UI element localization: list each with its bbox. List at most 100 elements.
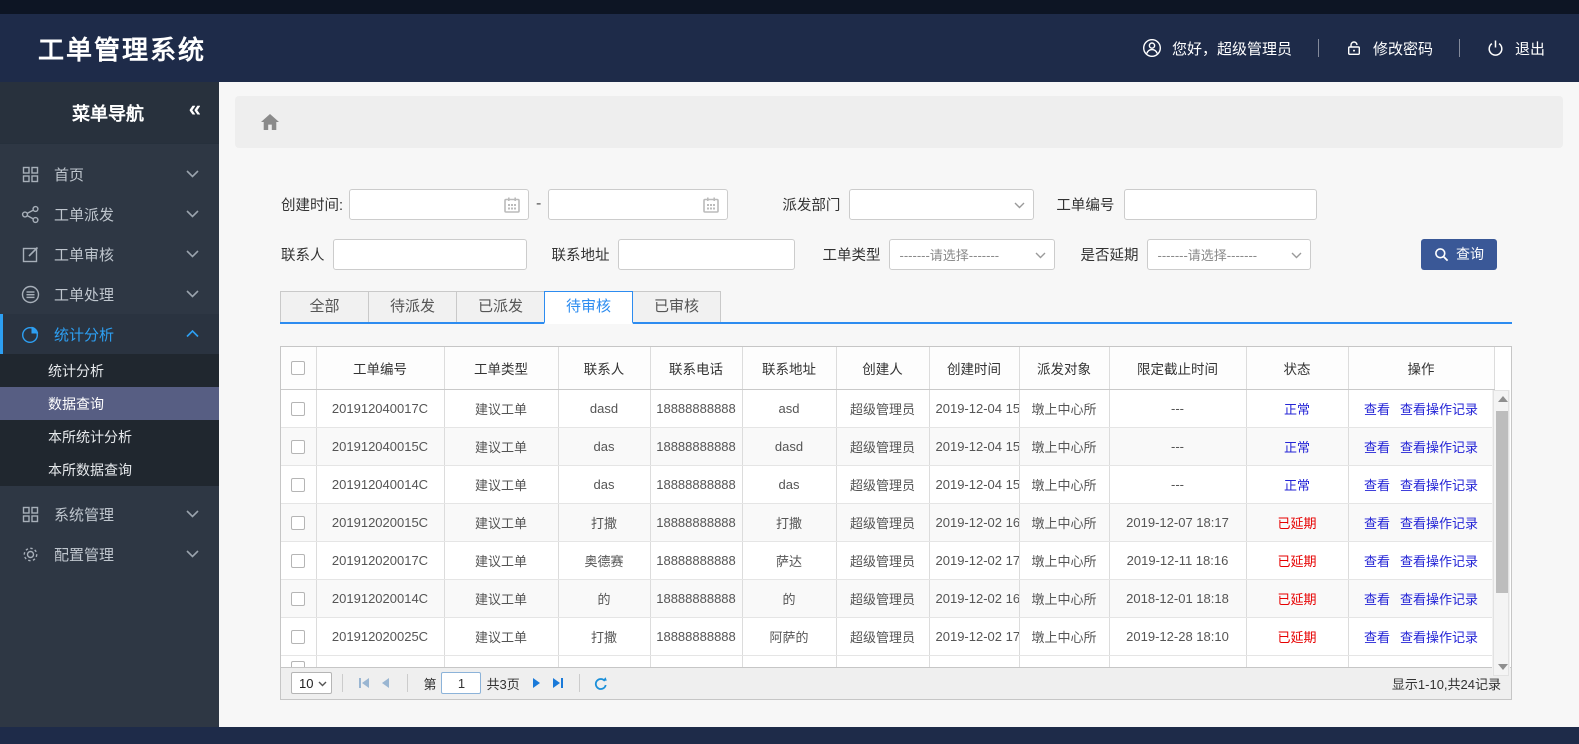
order-no-input[interactable] bbox=[1124, 188, 1318, 220]
cell-contact: das bbox=[558, 465, 651, 504]
prev-page-button[interactable] bbox=[375, 672, 397, 694]
row-checkbox[interactable] bbox=[291, 629, 306, 644]
submenu-item-station-statistics[interactable]: 本所统计分析 bbox=[0, 420, 219, 453]
cell-creator: 超级管理员 bbox=[836, 617, 930, 656]
view-log-link[interactable]: 查看操作记录 bbox=[1400, 630, 1478, 645]
cell-address: dasd bbox=[742, 427, 837, 466]
view-log-link[interactable]: 查看操作记录 bbox=[1400, 402, 1478, 417]
address-input[interactable] bbox=[617, 238, 795, 270]
search-button[interactable]: 查询 bbox=[1421, 238, 1497, 270]
page-number-input[interactable] bbox=[441, 672, 482, 694]
view-link[interactable]: 查看 bbox=[1364, 478, 1390, 493]
sidebar-item-process[interactable]: 工单处理 bbox=[0, 274, 219, 314]
table-scrollbar[interactable] bbox=[1492, 390, 1510, 676]
sidebar-item-review[interactable]: 工单审核 bbox=[0, 234, 219, 274]
sidebar-item-statistics[interactable]: 统计分析 bbox=[0, 314, 219, 354]
page-size-select[interactable]: 10 bbox=[291, 672, 333, 694]
view-link[interactable]: 查看 bbox=[1364, 440, 1390, 455]
column-header: 联系地址 bbox=[742, 347, 837, 390]
filter-row-2: 联系人 联系地址 工单类型 -------请选择------- 是否延期 ---… bbox=[219, 238, 1579, 270]
view-link[interactable]: 查看 bbox=[1364, 592, 1390, 607]
chevron-down-icon bbox=[186, 170, 199, 178]
pager-divider bbox=[578, 674, 580, 692]
user-greeting[interactable]: 您好，超级管理员 bbox=[1142, 38, 1292, 59]
table-row: 201912040014C 建议工单 das 18888888888 das 超… bbox=[281, 465, 1495, 504]
view-link[interactable]: 查看 bbox=[1364, 402, 1390, 417]
created-time-end-input[interactable] bbox=[548, 188, 729, 220]
view-link[interactable]: 查看 bbox=[1364, 630, 1390, 645]
scrollbar-track[interactable] bbox=[1493, 390, 1509, 676]
view-log-link[interactable]: 查看操作记录 bbox=[1400, 554, 1478, 569]
row-checkbox[interactable] bbox=[291, 477, 306, 492]
order-type-placeholder: -------请选择------- bbox=[899, 247, 1000, 263]
change-password-label: 修改密码 bbox=[1372, 40, 1433, 58]
tab-dispatched[interactable]: 已派发 bbox=[456, 291, 545, 322]
table-header-row: 工单编号 工单类型 联系人 联系电话 联系地址 创建人 创建时间 派发对象 限定… bbox=[281, 347, 1495, 390]
calendar-icon[interactable] bbox=[702, 196, 720, 214]
sidebar-collapse-icon[interactable]: « bbox=[189, 96, 201, 122]
sidebar-item-label: 工单派发 bbox=[54, 206, 115, 224]
calendar-icon[interactable] bbox=[503, 196, 521, 214]
submenu-item-label: 统计分析 bbox=[48, 362, 104, 379]
home-icon[interactable] bbox=[260, 113, 280, 131]
gear-icon bbox=[21, 545, 40, 564]
delayed-placeholder: -------请选择------- bbox=[1157, 247, 1258, 263]
last-page-button[interactable] bbox=[547, 672, 569, 694]
sidebar-item-label: 工单处理 bbox=[54, 286, 115, 304]
scroll-up-icon[interactable] bbox=[1498, 396, 1508, 402]
created-time-start-input[interactable] bbox=[349, 188, 530, 220]
dispatch-dept-select[interactable] bbox=[849, 188, 1035, 220]
row-checkbox[interactable] bbox=[291, 660, 306, 667]
sidebar-item-config[interactable]: 配置管理 bbox=[0, 534, 219, 574]
first-page-button[interactable] bbox=[353, 672, 375, 694]
cell-order-id: 201912020014C bbox=[316, 579, 445, 618]
table-row: 201912020015C 建议工单 打撒 18888888888 打撒 超级管… bbox=[281, 503, 1495, 542]
sidebar-item-dispatch[interactable]: 工单派发 bbox=[0, 194, 219, 234]
submenu-item-data-query[interactable]: 数据查询 bbox=[0, 387, 219, 420]
status-badge: 正常 bbox=[1283, 477, 1310, 493]
greeting-text: 您好，超级管理员 bbox=[1171, 40, 1292, 58]
scroll-down-icon[interactable] bbox=[1498, 664, 1508, 670]
chevron-up-icon bbox=[186, 330, 199, 338]
view-log-link[interactable]: 查看操作记录 bbox=[1400, 592, 1478, 607]
cell-deadline: 2019-12-11 18:16 bbox=[1109, 541, 1247, 580]
column-header: 派发对象 bbox=[1019, 347, 1110, 390]
table-row: 201912020025C 建议工单 打撒 18888888888 阿萨的 超级… bbox=[281, 617, 1495, 656]
change-password-button[interactable]: 修改密码 bbox=[1345, 38, 1433, 59]
sidebar-item-system[interactable]: 系统管理 bbox=[0, 494, 219, 534]
pagination-bar: 10 第 共3页 bbox=[281, 666, 1511, 699]
view-log-link[interactable]: 查看操作记录 bbox=[1400, 516, 1478, 531]
view-log-link[interactable]: 查看操作记录 bbox=[1400, 478, 1478, 493]
sidebar-item-label: 工单审核 bbox=[54, 246, 115, 264]
row-checkbox[interactable] bbox=[291, 553, 306, 568]
scrollbar-thumb[interactable] bbox=[1496, 411, 1508, 593]
lock-icon bbox=[1345, 39, 1363, 57]
logout-button[interactable]: 退出 bbox=[1486, 38, 1545, 59]
submenu-item-statistics[interactable]: 统计分析 bbox=[0, 354, 219, 387]
tab-to-review[interactable]: 待审核 bbox=[544, 291, 633, 324]
row-checkbox[interactable] bbox=[291, 515, 306, 530]
delayed-select[interactable]: -------请选择------- bbox=[1146, 238, 1311, 270]
view-link[interactable]: 查看 bbox=[1364, 516, 1390, 531]
cell-created-time: 2019-12-04 15 bbox=[929, 389, 1020, 428]
contact-input[interactable] bbox=[332, 238, 527, 270]
order-type-label: 工单类型 bbox=[822, 247, 881, 264]
tab-to-dispatch[interactable]: 待派发 bbox=[368, 291, 457, 322]
cell-status: 正常 bbox=[1246, 465, 1349, 504]
row-checkbox[interactable] bbox=[291, 591, 306, 606]
refresh-button[interactable] bbox=[590, 672, 612, 694]
cell-contact: 打撒 bbox=[558, 617, 651, 656]
row-checkbox[interactable] bbox=[291, 439, 306, 454]
cell-created-time: 2019-12-04 15 bbox=[929, 427, 1020, 466]
next-page-button[interactable] bbox=[525, 672, 547, 694]
order-type-select[interactable]: -------请选择------- bbox=[888, 238, 1055, 270]
cell-target: 墩上中心所 bbox=[1019, 579, 1110, 618]
select-all-checkbox[interactable] bbox=[291, 361, 306, 376]
view-link[interactable]: 查看 bbox=[1364, 554, 1390, 569]
sidebar-item-home[interactable]: 首页 bbox=[0, 154, 219, 194]
submenu-item-station-data-query[interactable]: 本所数据查询 bbox=[0, 453, 219, 486]
view-log-link[interactable]: 查看操作记录 bbox=[1400, 440, 1478, 455]
tab-reviewed[interactable]: 已审核 bbox=[632, 291, 721, 322]
row-checkbox[interactable] bbox=[291, 401, 306, 416]
tab-all[interactable]: 全部 bbox=[280, 291, 369, 322]
